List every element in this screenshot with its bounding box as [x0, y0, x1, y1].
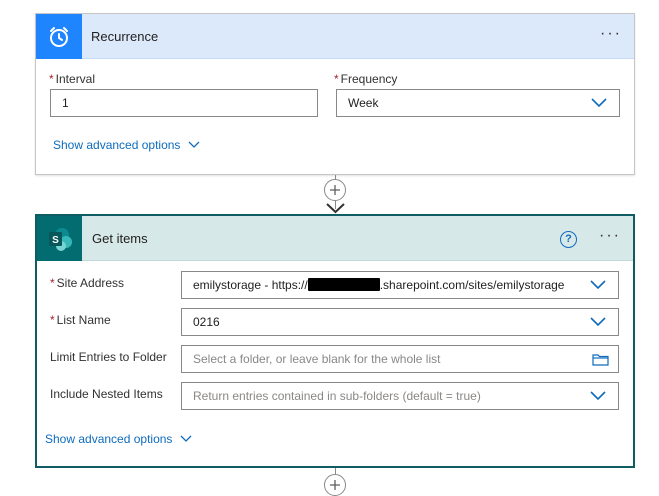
chevron-down-icon [590, 391, 606, 401]
limit-entries-label: Limit Entries to Folder [50, 350, 167, 364]
recurrence-title: Recurrence [91, 29, 159, 44]
svg-text:S: S [52, 235, 59, 246]
plus-icon [330, 480, 340, 490]
folder-icon[interactable] [592, 353, 609, 366]
chevron-down-icon [591, 98, 607, 108]
get-items-header[interactable]: S Get items ? ··· [37, 216, 633, 261]
redacted-block [307, 278, 380, 291]
recurrence-header[interactable]: Recurrence ··· [36, 14, 634, 59]
get-items-more-button[interactable]: ··· [599, 228, 621, 244]
get-items-show-advanced-options[interactable]: Show advanced options [45, 432, 192, 446]
include-nested-dropdown[interactable]: Return entries contained in sub-folders … [181, 382, 619, 410]
recurrence-show-advanced-options[interactable]: Show advanced options [53, 138, 200, 152]
insert-step-button[interactable] [324, 179, 346, 201]
help-icon[interactable]: ? [560, 231, 577, 248]
interval-label: * Interval [49, 72, 96, 86]
chevron-down-icon [590, 317, 606, 327]
frequency-label: * Frequency [334, 72, 398, 86]
insert-step-button[interactable] [324, 474, 346, 496]
frequency-dropdown[interactable]: Week [336, 89, 620, 117]
list-name-dropdown[interactable]: 0216 [181, 308, 619, 336]
recurrence-card[interactable]: Recurrence ··· * Interval 1 * Frequency We… [35, 13, 635, 175]
limit-entries-folder-input[interactable]: Select a folder, or leave blank for the … [181, 345, 619, 373]
get-items-card[interactable]: S Get items ? ··· * Site Address emilysto… [35, 214, 635, 468]
recurrence-more-button[interactable]: ··· [600, 26, 622, 42]
list-name-label: * List Name [50, 313, 111, 327]
alarm-clock-icon [36, 14, 82, 59]
site-address-dropdown[interactable]: emilystorage - https://.sharepoint.com/s… [181, 271, 619, 299]
chevron-down-icon [590, 280, 606, 290]
interval-input[interactable]: 1 [50, 89, 318, 117]
get-items-title: Get items [92, 231, 148, 246]
arrow-down-icon [326, 203, 345, 214]
chevron-down-icon [180, 435, 192, 442]
plus-icon [330, 185, 340, 195]
site-address-label: * Site Address [50, 276, 125, 290]
include-nested-label: Include Nested Items [50, 387, 163, 401]
sharepoint-icon: S [37, 216, 82, 261]
chevron-down-icon [188, 141, 200, 148]
